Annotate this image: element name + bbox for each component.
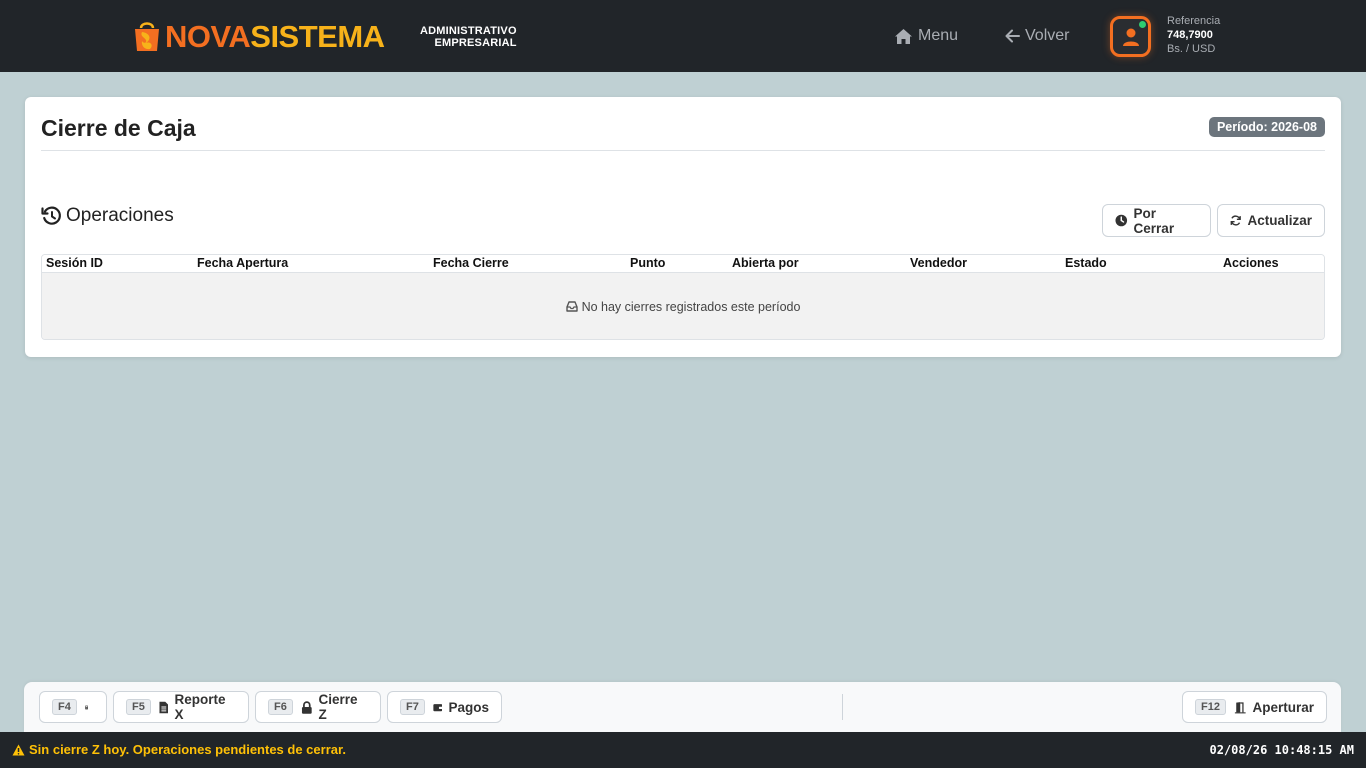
refresh-icon xyxy=(1230,215,1241,226)
reference-label: Referencia xyxy=(1167,15,1221,27)
document-icon xyxy=(159,701,169,713)
close-z-label: Cierre Z xyxy=(318,692,358,722)
reference-value: 748,7900 xyxy=(1167,29,1213,41)
page-title: Cierre de Caja xyxy=(41,115,196,141)
pending-close-button[interactable]: Por Cerrar xyxy=(1102,204,1211,237)
inbox-icon xyxy=(565,301,578,312)
back-link[interactable]: Volver xyxy=(1005,26,1069,46)
history-icon xyxy=(41,206,61,225)
brand-subtitle: ADMINISTRATIVO EMPRESARIAL xyxy=(420,25,517,49)
status-warning-text: Sin cierre Z hoy. Operaciones pendientes… xyxy=(29,742,346,757)
toolbar-divider xyxy=(842,694,843,720)
table-header: Sesión ID Fecha Apertura Fecha Cierre Pu… xyxy=(42,255,1324,273)
user-avatar-button[interactable] xyxy=(1110,16,1151,57)
f5-key-hint: F5 xyxy=(126,699,151,715)
title-divider xyxy=(41,150,1325,151)
lock-icon xyxy=(301,700,312,714)
table-empty-state: No hay cierres registrados este período xyxy=(42,273,1324,339)
operations-title: Operaciones xyxy=(66,205,174,226)
pending-close-label: Por Cerrar xyxy=(1133,205,1175,236)
column-header-actions[interactable]: Acciones xyxy=(1223,256,1279,270)
brand-subtitle-line2: EMPRESARIAL xyxy=(434,37,517,49)
exchange-rate-reference: Referencia 748,7900 Bs. / USD xyxy=(1167,14,1220,56)
open-register-button[interactable]: F12 Aperturar xyxy=(1182,691,1327,723)
period-badge: Período: 2026-08 xyxy=(1208,117,1325,137)
status-warning: Sin cierre Z hoy. Operaciones pendientes… xyxy=(12,742,346,757)
cash-closing-card: Cierre de Caja Período: 2026-08 Operacio… xyxy=(25,97,1341,357)
calculator-button[interactable]: F4 xyxy=(39,691,107,723)
f4-key-hint: F4 xyxy=(52,699,77,715)
calculator-icon xyxy=(85,705,88,709)
brand-name: NOVASISTEMA xyxy=(165,21,385,52)
f7-key-hint: F7 xyxy=(400,699,425,715)
arrow-left-icon xyxy=(1005,29,1020,43)
menu-link[interactable]: Menu xyxy=(894,26,958,46)
refresh-button[interactable]: Actualizar xyxy=(1217,204,1325,237)
report-x-label: Reporte X xyxy=(174,692,226,722)
wallet-icon xyxy=(433,703,443,711)
operations-heading: Operaciones xyxy=(41,205,174,227)
door-icon xyxy=(1234,701,1246,713)
brand-name-part2: SISTEMA xyxy=(250,18,385,54)
column-header-close-date[interactable]: Fecha Cierre xyxy=(433,256,509,270)
refresh-label: Actualizar xyxy=(1247,213,1312,228)
empty-message: No hay cierres registrados este período xyxy=(581,299,801,314)
operations-table: Sesión ID Fecha Apertura Fecha Cierre Pu… xyxy=(41,254,1325,340)
user-icon xyxy=(1122,28,1139,46)
function-key-bar: F4 F5 Reporte X F6 Cierre Z F7 Pagos F12… xyxy=(24,682,1341,732)
report-x-button[interactable]: F5 Reporte X xyxy=(113,691,249,723)
payments-button[interactable]: F7 Pagos xyxy=(387,691,502,723)
top-navbar: NOVASISTEMA ADMINISTRATIVO EMPRESARIAL M… xyxy=(0,0,1366,72)
f6-key-hint: F6 xyxy=(268,699,293,715)
close-z-button[interactable]: F6 Cierre Z xyxy=(255,691,381,723)
menu-label: Menu xyxy=(918,27,959,44)
reference-unit: Bs. / USD xyxy=(1167,43,1216,55)
column-header-session-id[interactable]: Sesión ID xyxy=(46,256,103,270)
status-bar: Sin cierre Z hoy. Operaciones pendientes… xyxy=(0,732,1366,768)
column-header-status[interactable]: Estado xyxy=(1065,256,1107,270)
f12-key-hint: F12 xyxy=(1195,699,1226,715)
column-header-seller[interactable]: Vendedor xyxy=(910,256,967,270)
column-header-open-date[interactable]: Fecha Apertura xyxy=(197,256,288,270)
clock: 02/08/26 10:48:15 AM xyxy=(1209,743,1355,757)
shopping-bag-logo-icon xyxy=(135,22,159,51)
home-icon xyxy=(895,28,912,44)
brand-name-part1: NOVA xyxy=(165,18,251,54)
column-header-point[interactable]: Punto xyxy=(630,256,665,270)
payments-label: Pagos xyxy=(448,699,489,715)
open-register-label: Aperturar xyxy=(1252,699,1314,715)
online-status-indicator xyxy=(1139,21,1146,28)
back-label: Volver xyxy=(1025,27,1070,44)
warning-icon xyxy=(12,744,25,755)
brand-subtitle-line1: ADMINISTRATIVO xyxy=(420,25,517,37)
brand-logo[interactable]: NOVASISTEMA xyxy=(132,16,385,56)
clock-icon xyxy=(1115,214,1128,227)
column-header-opened-by[interactable]: Abierta por xyxy=(732,256,799,270)
